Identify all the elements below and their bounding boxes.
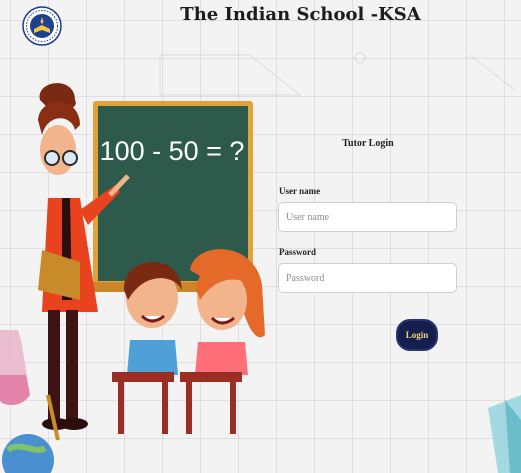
flask-icon — [0, 330, 30, 405]
globe-icon — [2, 394, 60, 473]
doodle-shapes — [159, 52, 516, 96]
password-label: Password — [279, 247, 317, 257]
username-input[interactable] — [278, 202, 457, 232]
username-label: User name — [279, 186, 321, 196]
password-input[interactable] — [278, 263, 457, 293]
chalkboard-equation: 100 - 50 = ? — [100, 136, 245, 166]
tutor-login-form: Tutor Login User name Password — [278, 138, 458, 293]
crystal-shape-icon — [488, 395, 521, 473]
login-button[interactable]: Login — [396, 319, 438, 351]
form-heading: Tutor Login — [342, 138, 394, 149]
